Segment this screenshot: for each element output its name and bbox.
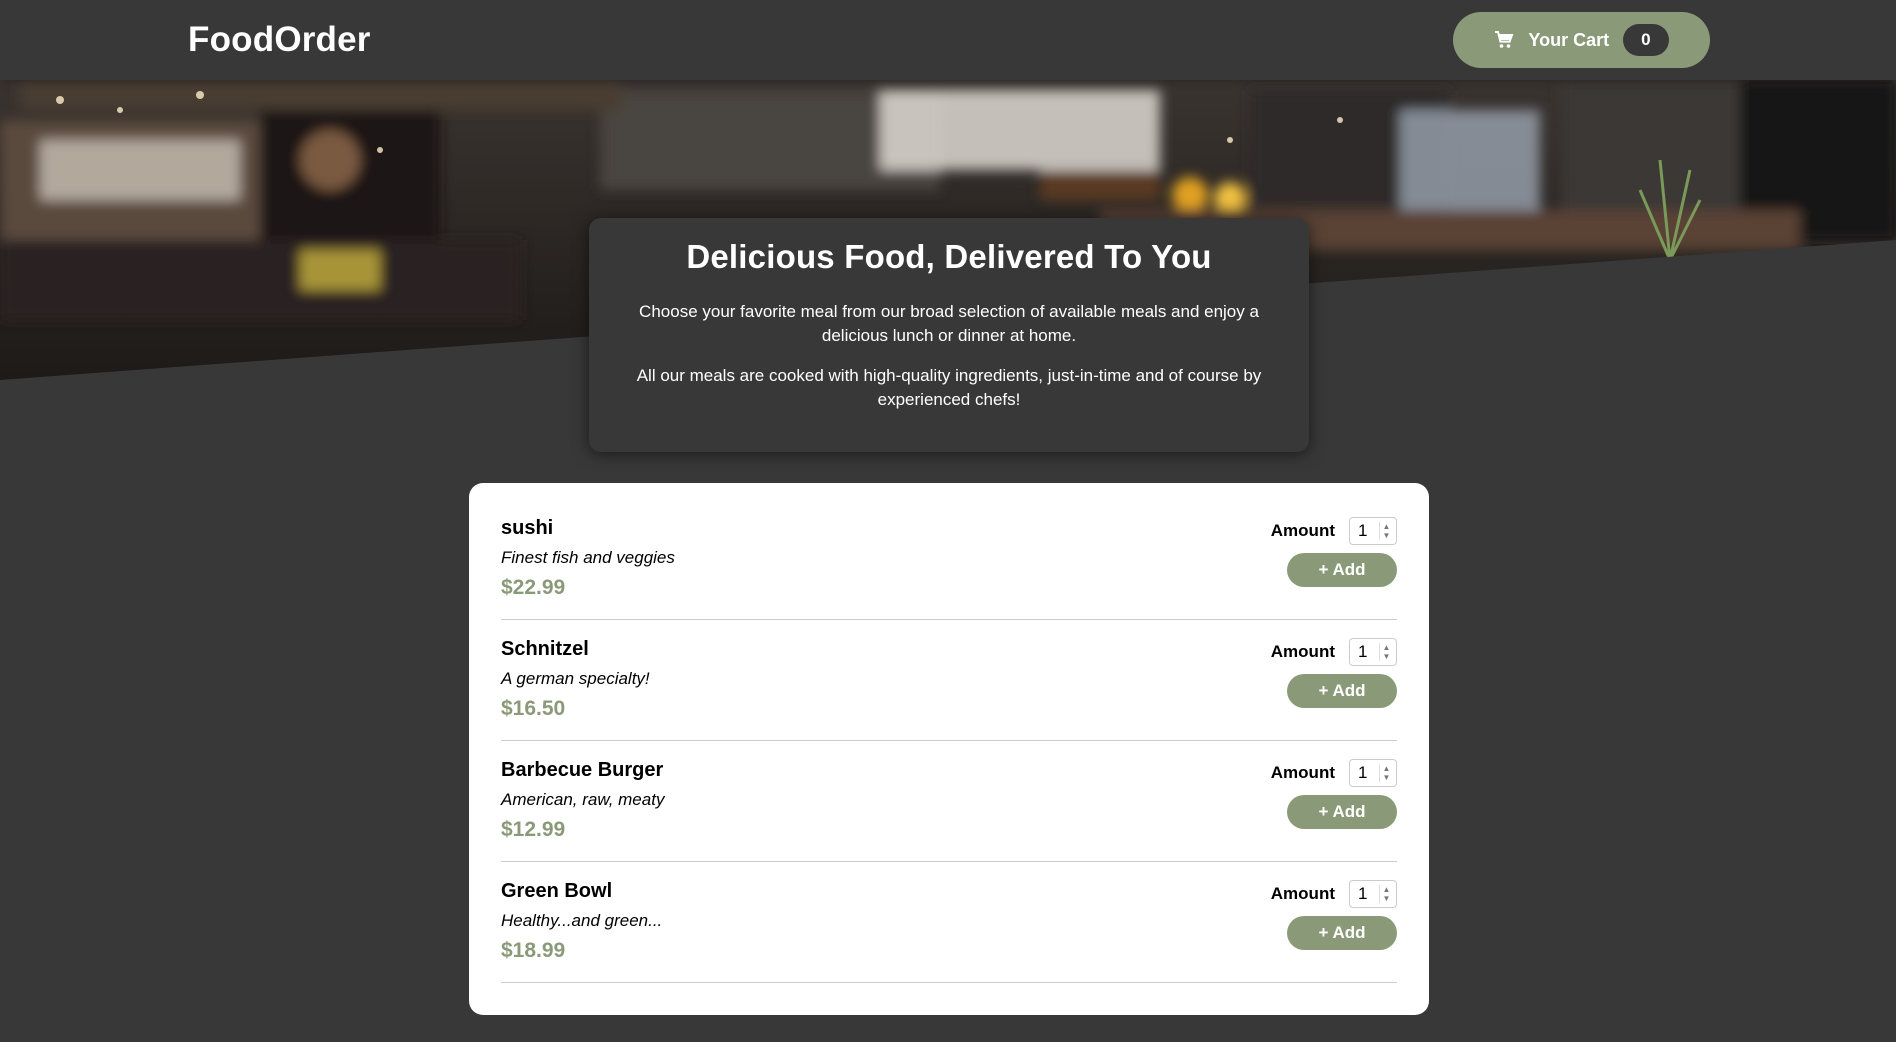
meal-name: sushi xyxy=(501,517,554,539)
amount-label: Amount xyxy=(1270,521,1335,540)
meal-name: Green Bowl xyxy=(501,880,613,902)
add-button[interactable]: + Add xyxy=(1287,674,1397,708)
meal-price: $16.50 xyxy=(501,697,566,720)
meal-price: $12.99 xyxy=(501,818,566,841)
cart-count-badge: 0 xyxy=(1623,24,1669,56)
amount-input[interactable]: 1 ▲ ▼ xyxy=(1349,638,1397,666)
shopping-cart-icon xyxy=(1494,30,1514,50)
amount-row: Amount 1 ▲ ▼ xyxy=(1271,880,1397,908)
meal-price: $18.99 xyxy=(501,939,566,962)
amount-value: 1 xyxy=(1358,521,1368,540)
amount-input[interactable]: 1 ▲ ▼ xyxy=(1349,880,1397,908)
spinner-icon[interactable]: ▲ ▼ xyxy=(1379,643,1393,661)
amount-label: Amount xyxy=(1270,763,1335,782)
add-button[interactable]: + Add xyxy=(1287,916,1397,950)
summary-card: Delicious Food, Delivered To You Choose … xyxy=(589,218,1309,452)
meal-price: $22.99 xyxy=(501,576,566,599)
meal-info: Barbecue Burger American, raw, meaty $12… xyxy=(501,759,664,861)
meal-info: Green Bowl Healthy...and green... $18.99 xyxy=(501,880,662,982)
meal-form: Amount 1 ▲ ▼ + Add xyxy=(1271,759,1397,861)
meal-name: Barbecue Burger xyxy=(501,759,664,781)
meal-description: A german specialty! xyxy=(501,669,650,688)
meal-name: Schnitzel xyxy=(501,638,589,660)
amount-label: Amount xyxy=(1270,642,1335,661)
cart-label: Your Cart xyxy=(1528,29,1610,50)
meal-item: Schnitzel A german specialty! $16.50 Amo… xyxy=(501,620,1397,741)
meal-description: Finest fish and veggies xyxy=(501,548,675,567)
meal-info: sushi Finest fish and veggies $22.99 xyxy=(501,517,675,619)
cart-button[interactable]: Your Cart 0 xyxy=(1453,12,1710,68)
amount-value: 1 xyxy=(1358,884,1368,903)
meal-form: Amount 1 ▲ ▼ + Add xyxy=(1271,517,1397,619)
add-button[interactable]: + Add xyxy=(1287,553,1397,587)
meals-list: sushi Finest fish and veggies $22.99 Amo… xyxy=(469,483,1429,1015)
summary-paragraph-1: Choose your favorite meal from our broad… xyxy=(639,302,1259,345)
meal-form: Amount 1 ▲ ▼ + Add xyxy=(1271,638,1397,740)
meal-item: sushi Finest fish and veggies $22.99 Amo… xyxy=(501,499,1397,620)
meal-item: Green Bowl Healthy...and green... $18.99… xyxy=(501,862,1397,983)
summary-paragraph-2: All our meals are cooked with high-quali… xyxy=(636,366,1262,409)
spinner-icon[interactable]: ▲ ▼ xyxy=(1379,522,1393,540)
amount-row: Amount 1 ▲ ▼ xyxy=(1271,759,1397,787)
spinner-icon[interactable]: ▲ ▼ xyxy=(1379,885,1393,903)
meal-description: Healthy...and green... xyxy=(501,911,663,930)
summary-title: Delicious Food, Delivered To You xyxy=(686,238,1212,275)
meal-item: Barbecue Burger American, raw, meaty $12… xyxy=(501,741,1397,862)
amount-value: 1 xyxy=(1358,763,1368,782)
meal-info: Schnitzel A german specialty! $16.50 xyxy=(501,638,650,740)
amount-input[interactable]: 1 ▲ ▼ xyxy=(1349,517,1397,545)
meal-description: American, raw, meaty xyxy=(501,790,665,809)
add-button[interactable]: + Add xyxy=(1287,795,1397,829)
amount-label: Amount xyxy=(1270,884,1335,903)
spinner-icon[interactable]: ▲ ▼ xyxy=(1379,764,1393,782)
amount-input[interactable]: 1 ▲ ▼ xyxy=(1349,759,1397,787)
amount-row: Amount 1 ▲ ▼ xyxy=(1271,517,1397,545)
meal-form: Amount 1 ▲ ▼ + Add xyxy=(1271,880,1397,982)
amount-value: 1 xyxy=(1358,642,1368,661)
app-header: FoodOrder Your Cart 0 xyxy=(0,0,1896,80)
brand-title: FoodOrder xyxy=(188,20,371,59)
amount-row: Amount 1 ▲ ▼ xyxy=(1271,638,1397,666)
